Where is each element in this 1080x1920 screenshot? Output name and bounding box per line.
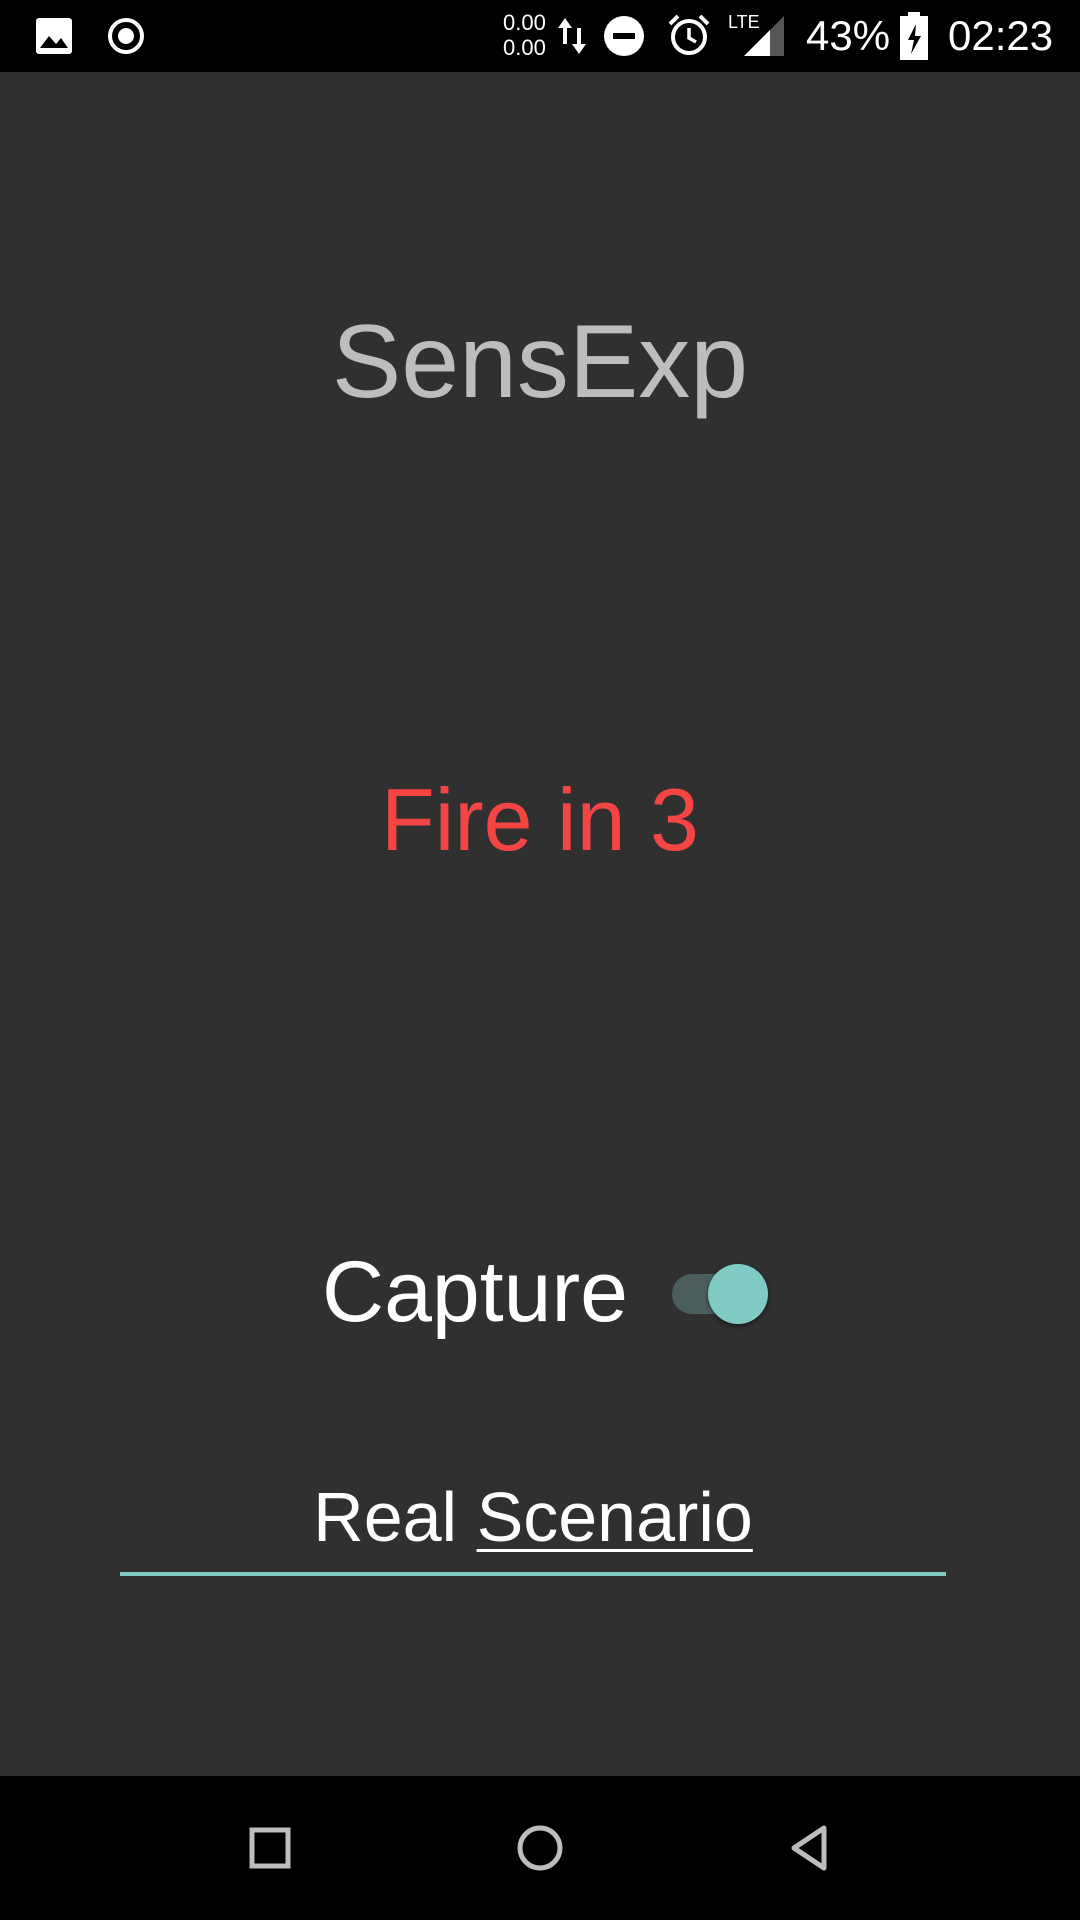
record-icon xyxy=(108,18,144,54)
main-content: SensExp Fire in 3 Capture Real Scenario xyxy=(0,72,1080,1776)
signal-icon xyxy=(744,16,784,56)
scenario-input[interactable]: Real Scenario xyxy=(120,1462,946,1576)
battery-percent: 43% xyxy=(806,12,891,59)
navigation-bar xyxy=(0,1776,1080,1920)
image-icon xyxy=(36,18,72,54)
capture-row: Capture xyxy=(0,1232,1080,1352)
alarm-icon xyxy=(668,14,710,55)
scenario-word-1: Real xyxy=(313,1478,458,1556)
capture-label: Capture xyxy=(322,1244,628,1340)
net-down-speed: 0.00 xyxy=(503,35,546,60)
fire-countdown-text: Fire in 3 xyxy=(381,770,699,869)
net-up-speed: 0.00 xyxy=(503,10,546,35)
data-transfer-icon xyxy=(558,18,586,54)
switch-thumb xyxy=(708,1264,768,1324)
app-title: SensExp xyxy=(331,304,749,420)
status-bar: 0.00 0.00 LTE 43% 02:23 xyxy=(0,0,1080,72)
scenario-value: Real Scenario xyxy=(120,1462,946,1562)
network-speed: 0.00 0.00 xyxy=(503,10,546,60)
back-icon[interactable] xyxy=(778,1816,842,1880)
dnd-icon xyxy=(604,16,644,56)
battery-charging-icon xyxy=(900,12,928,60)
home-icon[interactable] xyxy=(508,1816,572,1880)
capture-switch[interactable] xyxy=(672,1262,768,1324)
clock: 02:23 xyxy=(948,12,1054,59)
recents-icon[interactable] xyxy=(238,1816,302,1880)
scenario-word-2: Scenario xyxy=(476,1478,753,1556)
